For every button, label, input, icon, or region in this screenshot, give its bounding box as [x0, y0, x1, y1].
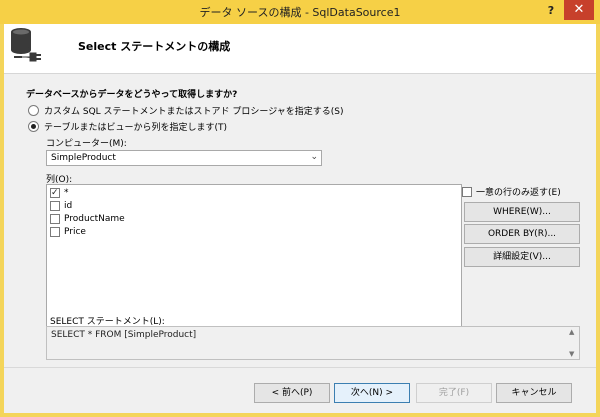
column-label: id [64, 201, 73, 211]
window-title: データ ソースの構成 - SqlDataSource1 [199, 6, 401, 19]
list-item[interactable]: Price [50, 227, 86, 237]
radio-button[interactable] [28, 105, 39, 116]
order-by-button[interactable]: ORDER BY(R)... [464, 224, 580, 244]
chevron-down-icon[interactable]: ⌄ [310, 152, 318, 162]
column-checkbox[interactable] [50, 201, 60, 211]
sql-scrollbar[interactable]: ▲ ▼ [567, 327, 579, 359]
database-connect-icon [11, 28, 41, 62]
list-item[interactable]: id [50, 201, 72, 211]
table-view-label: テーブルまたはビューから列を指定します(T) [44, 123, 227, 133]
footer-divider [4, 367, 596, 368]
name-label: コンピューター(M): [46, 139, 127, 149]
radio-button-selected[interactable] [28, 121, 39, 132]
distinct-checkbox[interactable] [462, 186, 472, 197]
column-checkbox[interactable] [50, 227, 60, 237]
table-select[interactable]: SimpleProduct ⌄ [46, 150, 322, 166]
cancel-button[interactable]: キャンセル [496, 383, 572, 403]
prev-button[interactable]: < 前へ(P) [254, 383, 330, 403]
dialog-window: データ ソースの構成 - SqlDataSource1 ? ✕ Select ス… [0, 0, 600, 417]
list-item[interactable]: * [50, 188, 69, 198]
custom-sql-radio[interactable]: カスタム SQL ステートメントまたはストアド プロシージャを指定する(S) [28, 104, 344, 117]
question-heading: データベースからデータをどうやって取得しますか? [26, 90, 238, 100]
wizard-header: Select ステートメントの構成 [4, 24, 596, 74]
column-label: Price [64, 227, 86, 237]
distinct-option[interactable]: 一意の行のみ返す(E) [462, 185, 561, 198]
page-title: Select ステートメントの構成 [78, 40, 231, 53]
finish-button[interactable]: 完了(F) [416, 383, 492, 403]
advanced-button[interactable]: 詳細設定(V)... [464, 247, 580, 267]
title-bar[interactable]: データ ソースの構成 - SqlDataSource1 ? ✕ [0, 0, 600, 24]
column-label: ProductName [64, 214, 125, 224]
scroll-down-icon[interactable]: ▼ [569, 350, 574, 358]
column-checkbox[interactable] [50, 214, 60, 224]
sql-preview[interactable]: SELECT * FROM [SimpleProduct] ▲ ▼ [46, 326, 580, 360]
scroll-up-icon[interactable]: ▲ [569, 328, 574, 336]
column-checkbox[interactable] [50, 188, 60, 198]
sql-preview-text: SELECT * FROM [SimpleProduct] [51, 330, 197, 340]
dialog-body: Select ステートメントの構成 データベースからデータをどうやって取得します… [4, 24, 596, 413]
custom-sql-label: カスタム SQL ステートメントまたはストアド プロシージャを指定する(S) [44, 107, 344, 117]
table-view-radio[interactable]: テーブルまたはビューから列を指定します(T) [28, 120, 227, 133]
help-button[interactable]: ? [540, 2, 562, 20]
close-button[interactable]: ✕ [564, 0, 594, 20]
table-select-value: SimpleProduct [51, 153, 116, 163]
next-button[interactable]: 次へ(N) > [334, 383, 410, 403]
list-item[interactable]: ProductName [50, 214, 125, 224]
distinct-label: 一意の行のみ返す(E) [476, 188, 561, 198]
where-button[interactable]: WHERE(W)... [464, 202, 580, 222]
columns-list[interactable]: * id ProductName Price [46, 184, 462, 332]
column-label: * [64, 188, 69, 198]
